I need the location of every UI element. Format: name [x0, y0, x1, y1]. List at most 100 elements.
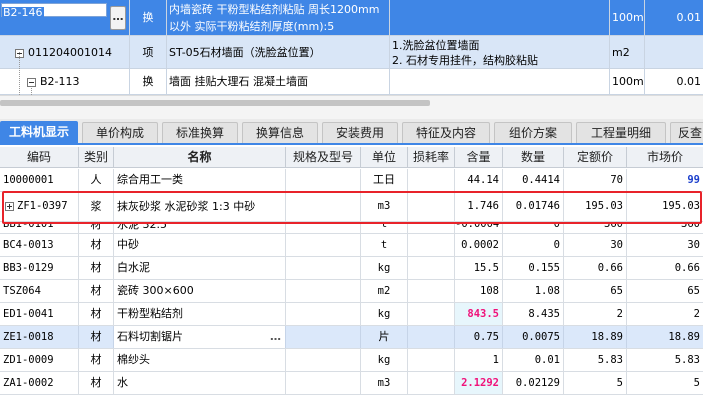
cell-market-price[interactable]: 5 [627, 372, 703, 394]
col-header-code[interactable]: 编码 [0, 147, 79, 168]
col-header-quota-price[interactable]: 定额价 [564, 147, 627, 168]
top-row-selected[interactable]: B2-146 … 换 内墙瓷砖 干粉型粘结剂粘贴 周长1200mm以外 实际干粉… [0, 0, 703, 36]
cell-spec[interactable] [286, 280, 361, 302]
cell-name[interactable]: 棉纱头 [114, 349, 286, 371]
cell-spec[interactable] [286, 192, 361, 221]
cell-loss-rate[interactable] [408, 349, 455, 371]
cell-content[interactable]: -0.0004 [455, 222, 503, 233]
col-header-quantity[interactable]: 数量 [503, 147, 564, 168]
cell-content[interactable]: 1.746 [455, 192, 503, 221]
cell-market-price[interactable]: 30 [627, 234, 703, 256]
cell-market-price[interactable]: 18.89 [627, 326, 703, 348]
cell-spec[interactable] [286, 349, 361, 371]
col-header-category[interactable]: 类别 [79, 147, 114, 168]
cell-code: 10000001 [0, 169, 79, 191]
cell-content[interactable]: 0.0002 [455, 234, 503, 256]
top-code-cell[interactable]: B2-146 … [0, 0, 130, 35]
panel-splitter[interactable] [0, 95, 703, 119]
cell-content[interactable]: 0.75 [455, 326, 503, 348]
cell-quantity: 0 [503, 222, 564, 233]
cell-name[interactable]: 白水泥 [114, 257, 286, 279]
cell-content[interactable]: 15.5 [455, 257, 503, 279]
cell-loss-rate[interactable] [408, 222, 455, 233]
collapse-icon[interactable] [27, 77, 36, 87]
table-row[interactable]: ZA1-0002 材 水 m3 2.1292 0.02129 5 5 [0, 372, 703, 395]
cell-loss-rate[interactable] [408, 234, 455, 256]
cell-loss-rate[interactable] [408, 192, 455, 221]
cell-content[interactable]: 44.14 [455, 169, 503, 191]
cell-content[interactable]: 2.1292 [455, 372, 503, 394]
table-row[interactable]: ZF1-0397 浆 抹灰砂浆 水泥砂浆 1:3 中砂 m3 1.746 0.0… [0, 192, 703, 222]
cell-market-price[interactable]: 65 [627, 280, 703, 302]
top-row-item[interactable]: 011204001014 项 ST-05石材墙面（洗脸盆位置） 1.洗脸盆位置墙… [0, 36, 703, 69]
table-row[interactable]: ED1-0041 材 干粉型粘结剂 kg 843.5 8.435 2 2 [0, 303, 703, 326]
tab-conversion-info[interactable]: 换算信息 [242, 122, 318, 143]
tab-unit-price-composition[interactable]: 单价构成 [82, 122, 158, 143]
cell-loss-rate[interactable] [408, 280, 455, 302]
col-header-spec[interactable]: 规格及型号 [286, 147, 361, 168]
cell-loss-rate[interactable] [408, 169, 455, 191]
horizontal-scrollbar[interactable] [0, 99, 703, 107]
cell-code: BB3-0129 [0, 257, 79, 279]
cell-loss-rate[interactable] [408, 326, 455, 348]
expand-icon[interactable] [5, 201, 14, 211]
col-header-name[interactable]: 名称 [114, 147, 286, 168]
table-row-selected[interactable]: ZE1-0018 材 石料切割锯片 … 片 0.75 0.0075 18.89 … [0, 326, 703, 349]
col-header-unit[interactable]: 单位 [361, 147, 408, 168]
cell-name[interactable]: 瓷砖 300×600 [114, 280, 286, 302]
tab-installation-fee[interactable]: 安装费用 [322, 122, 398, 143]
cell-name[interactable]: 石料切割锯片 … [114, 326, 286, 348]
table-row[interactable]: BB3-0129 材 白水泥 kg 15.5 0.155 0.66 0.66 [0, 257, 703, 280]
tab-labor-material-machine[interactable]: 工料机显示 [0, 121, 78, 143]
table-row[interactable]: TSZ064 材 瓷砖 300×600 m2 108 1.08 65 65 [0, 280, 703, 303]
cell-name[interactable]: 干粉型粘结剂 [114, 303, 286, 325]
cell-market-price[interactable]: 2 [627, 303, 703, 325]
col-header-content[interactable]: 含量 [455, 147, 503, 168]
table-row[interactable]: BB1-0101 材 水泥 32.5 t -0.0004 0 360 360 [0, 222, 703, 234]
cell-category: 材 [79, 372, 114, 394]
cell-name[interactable]: 水泥 32.5 [114, 222, 286, 233]
cell-market-price[interactable]: 360 [627, 222, 703, 233]
cell-spec[interactable] [286, 326, 361, 348]
cell-market-price[interactable]: 195.03 [627, 192, 703, 221]
code-lookup-button[interactable]: … [110, 6, 126, 30]
cell-loss-rate[interactable] [408, 372, 455, 394]
cell-spec[interactable] [286, 372, 361, 394]
cell-name[interactable]: 中砂 [114, 234, 286, 256]
cell-market-price[interactable]: 5.83 [627, 349, 703, 371]
cell-market-price[interactable]: 0.66 [627, 257, 703, 279]
cell-content[interactable]: 108 [455, 280, 503, 302]
cell-spec[interactable] [286, 303, 361, 325]
col-header-loss-rate[interactable]: 损耗率 [408, 147, 455, 168]
cell-content[interactable]: 1 [455, 349, 503, 371]
col-header-market-price[interactable]: 市场价 [627, 147, 703, 168]
name-lookup-button[interactable]: … [270, 326, 281, 348]
table-row[interactable]: BC4-0013 材 中砂 t 0.0002 0 30 30 [0, 234, 703, 257]
top-name-cell: 墙面 挂贴大理石 混凝土墙面 [167, 69, 390, 94]
cell-content[interactable]: 843.5 [455, 303, 503, 325]
cell-code: ED1-0041 [0, 303, 79, 325]
cell-spec[interactable] [286, 169, 361, 191]
code-edit-input[interactable]: B2-146 [1, 3, 107, 19]
table-row[interactable]: 10000001 人 综合用工一类 工日 44.14 0.4414 70 99 [0, 169, 703, 192]
top-row-quota[interactable]: B2-113 换 墙面 挂贴大理石 混凝土墙面 100m2 0.01 [0, 69, 703, 95]
tab-quantity-detail[interactable]: 工程量明细 [576, 122, 666, 143]
tab-reverse-lookup[interactable]: 反查 [670, 122, 703, 143]
cell-name[interactable]: 综合用工一类 [114, 169, 286, 191]
cell-spec[interactable] [286, 257, 361, 279]
cell-name[interactable]: 抹灰砂浆 水泥砂浆 1:3 中砂 [114, 192, 286, 221]
cell-loss-rate[interactable] [408, 303, 455, 325]
cell-spec[interactable] [286, 222, 361, 233]
tab-pricing-scheme[interactable]: 组价方案 [494, 122, 572, 143]
scrollbar-thumb[interactable] [0, 100, 430, 106]
cell-market-price[interactable]: 99 [627, 169, 703, 191]
cell-spec[interactable] [286, 234, 361, 256]
cell-unit: m3 [361, 372, 408, 394]
cell-loss-rate[interactable] [408, 257, 455, 279]
table-row[interactable]: ZD1-0009 材 棉纱头 kg 1 0.01 5.83 5.83 [0, 349, 703, 372]
tab-standard-conversion[interactable]: 标准换算 [162, 122, 238, 143]
cell-name[interactable]: 水 [114, 372, 286, 394]
tab-features-content[interactable]: 特征及内容 [402, 122, 490, 143]
cell-unit: t [361, 222, 408, 233]
cell-quantity: 8.435 [503, 303, 564, 325]
